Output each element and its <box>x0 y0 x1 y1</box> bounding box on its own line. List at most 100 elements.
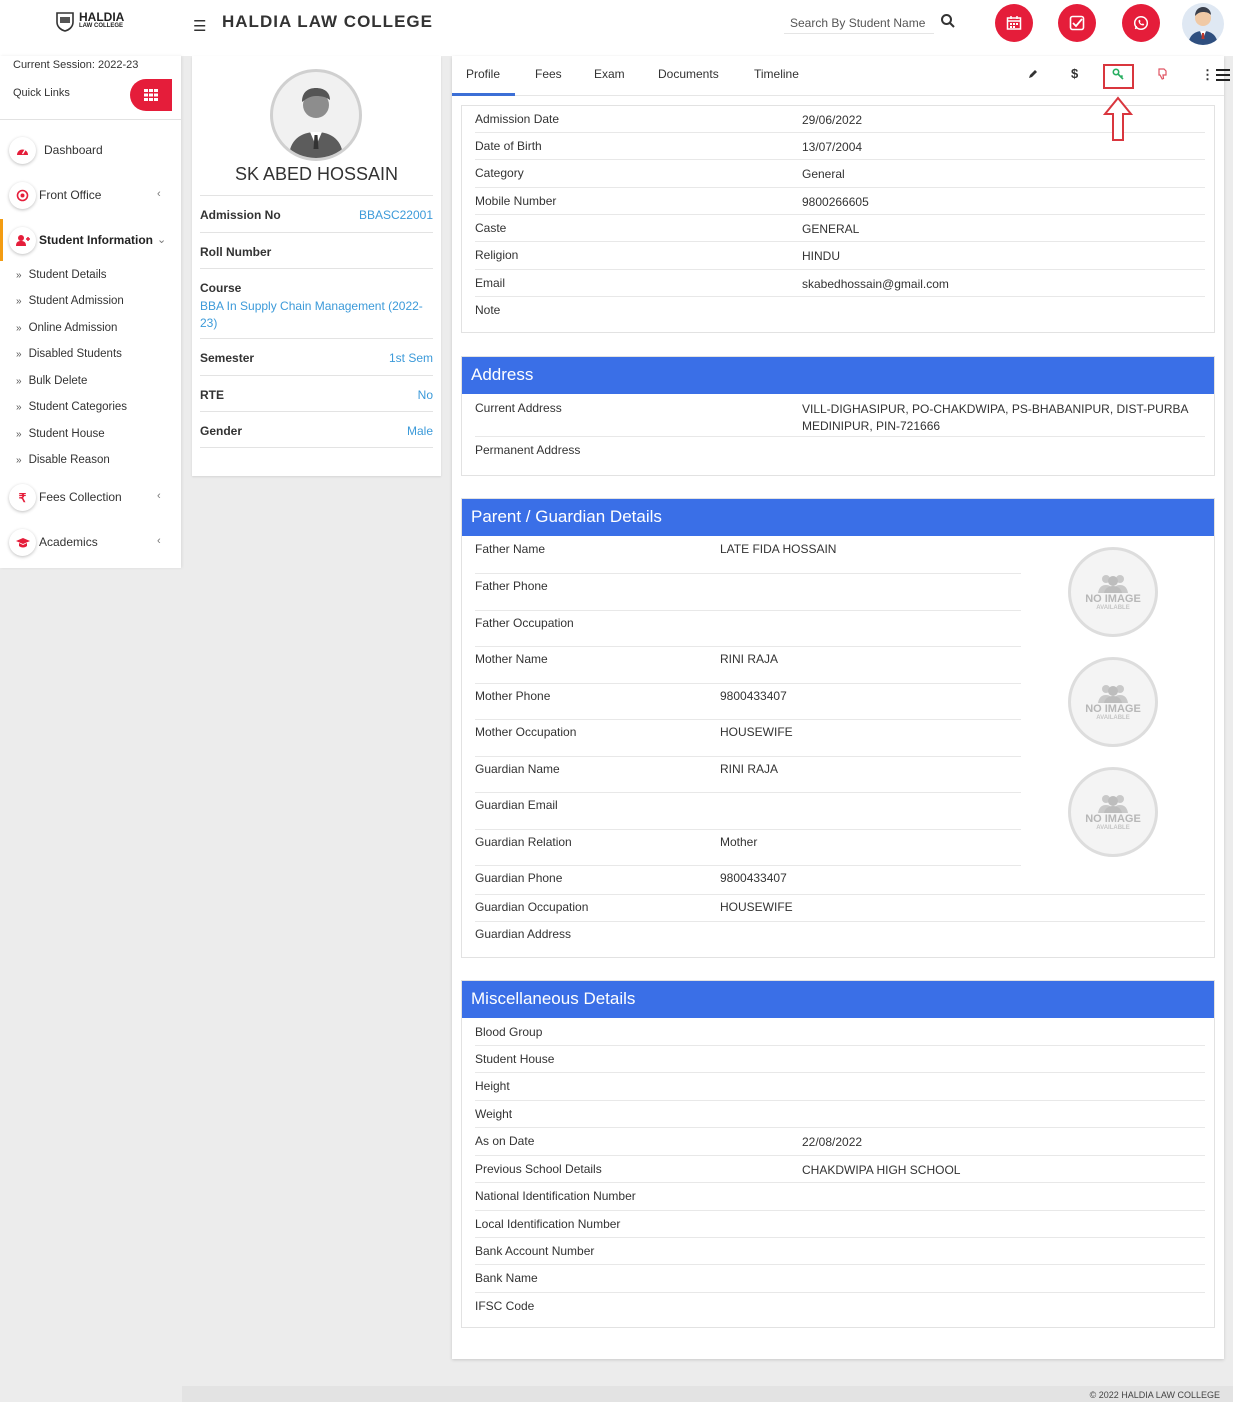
info-label: Caste <box>475 221 507 235</box>
info-label: Local Identification Number <box>475 1217 621 1231</box>
section-title: Address <box>462 357 1214 394</box>
guardian-section: Parent / Guardian Details Father Name LAT… <box>461 498 1215 958</box>
subitem-label: Student Categories <box>28 401 128 413</box>
info-value: GENERAL <box>802 222 860 236</box>
footer-copyright: © 2022 HALDIA LAW COLLEGE <box>1089 1390 1220 1400</box>
info-row: Local Identification Number <box>475 1211 1205 1238</box>
info-row: Category General <box>475 160 1205 188</box>
sidebar-item-academics[interactable]: Academics ‹ <box>0 526 181 562</box>
info-label: Religion <box>475 248 519 262</box>
info-value: General <box>802 167 845 181</box>
student-photo <box>270 69 362 161</box>
guardian-row: Guardian Relation Mother <box>475 830 1021 866</box>
user-avatar-icon <box>1188 7 1218 45</box>
whatsapp-button[interactable] <box>1122 4 1160 42</box>
info-label: National Identification Number <box>475 1189 636 1203</box>
search-icon[interactable] <box>940 13 956 29</box>
double-chevron-icon: » <box>16 296 22 307</box>
no-image-subtext: AVAILABLE <box>1096 825 1130 831</box>
info-label: Date of Birth <box>475 139 542 153</box>
sidebar-subitem-online-admission[interactable]: » Online Admission <box>16 322 117 334</box>
sidebar-subitem-disabled-students[interactable]: » Disabled Students <box>16 348 122 360</box>
info-label: Weight <box>475 1107 513 1121</box>
pencil-icon[interactable] <box>1027 68 1039 80</box>
info-value: RINI RAJA <box>720 762 779 776</box>
sidebar-subitem-student-admission[interactable]: » Student Admission <box>16 295 124 307</box>
sidebar-subitem-bulk-delete[interactable]: » Bulk Delete <box>16 375 87 387</box>
sidebar-item-label: Front Office <box>39 188 102 202</box>
info-value: 13/07/2004 <box>802 140 863 154</box>
user-avatar[interactable] <box>1182 3 1224 45</box>
sidebar-subitem-student-house[interactable]: » Student House <box>16 428 105 440</box>
thumbs-down-icon[interactable] <box>1157 68 1169 80</box>
dashboard-icon <box>9 137 36 164</box>
profile-row-rte: RTE No <box>200 375 433 411</box>
tab-fees[interactable]: Fees <box>535 67 562 81</box>
footer-bar <box>182 1386 1233 1402</box>
shield-logo-icon <box>56 12 74 32</box>
sidebar-item-label: Dashboard <box>44 143 103 157</box>
quick-links-label: Quick Links <box>13 87 70 99</box>
subitem-label: Online Admission <box>28 322 118 334</box>
guardian-photo-placeholder: NO IMAGE AVAILABLE <box>1068 767 1158 857</box>
info-label: Bank Account Number <box>475 1244 595 1258</box>
info-row: Student House <box>475 1046 1205 1073</box>
hamburger-icon[interactable]: ☰ <box>193 17 206 35</box>
grid-icon <box>144 89 158 101</box>
tab-documents[interactable]: Documents <box>658 67 719 81</box>
misc-section: Miscellaneous Details Blood Group Studen… <box>461 980 1215 1328</box>
guardian-row: Guardian Occupation HOUSEWIFE <box>475 895 1205 922</box>
logo-text-main: HALDIA <box>79 10 125 24</box>
info-row: Religion HINDU <box>475 242 1205 270</box>
calendar-button[interactable] <box>995 4 1033 42</box>
info-value: skabedhossain@gmail.com <box>802 277 949 291</box>
no-image-subtext: AVAILABLE <box>1096 715 1130 721</box>
profile-value: 1st Sem <box>388 351 433 365</box>
subitem-label: Student House <box>28 428 105 440</box>
info-row: Caste GENERAL <box>475 215 1205 242</box>
chevron-left-icon: ‹ <box>157 535 161 547</box>
info-label: Mother Phone <box>475 689 551 703</box>
logo-text-sub: LAW COLLEGE <box>79 23 123 29</box>
guardian-row: Father Name LATE FIDA HOSSAIN <box>475 537 1021 574</box>
college-logo[interactable]: HALDIA LAW COLLEGE <box>54 10 124 32</box>
no-image-text: NO IMAGE <box>1085 703 1141 715</box>
profile-label: Course <box>200 281 242 295</box>
sidebar-subitem-student-details[interactable]: » Student Details <box>16 269 107 281</box>
task-button[interactable] <box>1058 4 1096 42</box>
graduation-cap-icon <box>9 529 36 556</box>
info-row: Mobile Number 9800266605 <box>475 188 1205 215</box>
info-value: 9800266605 <box>802 195 869 209</box>
dollar-icon[interactable]: $ <box>1071 66 1078 81</box>
sidebar-divider <box>0 119 181 120</box>
quick-links-button[interactable] <box>130 79 172 111</box>
tab-profile[interactable]: Profile <box>466 67 500 81</box>
info-label: Bank Name <box>475 1271 538 1285</box>
no-image-text: NO IMAGE <box>1085 593 1141 605</box>
sidebar-subitem-disable-reason[interactable]: » Disable Reason <box>16 454 110 466</box>
info-label: Father Name <box>475 542 546 556</box>
info-value: Mother <box>720 835 758 849</box>
info-label: Height <box>475 1079 510 1093</box>
sidebar-item-fees-collection[interactable]: ₹ Fees Collection ‹ <box>0 481 181 517</box>
student-name: SK ABED HOSSAIN <box>234 164 399 184</box>
double-chevron-icon: » <box>16 402 22 413</box>
info-label: Guardian Occupation <box>475 900 589 914</box>
tab-timeline[interactable]: Timeline <box>754 67 799 81</box>
mother-photo-placeholder: NO IMAGE AVAILABLE <box>1068 657 1158 747</box>
info-row: Height <box>475 1073 1205 1101</box>
sidebar-subitem-student-categories[interactable]: » Student Categories <box>16 401 127 413</box>
more-vertical-icon[interactable]: ⋮ <box>1201 67 1214 83</box>
people-icon <box>1098 575 1128 593</box>
top-header: HALDIA LAW COLLEGE ☰ HALDIA LAW COLLEGE <box>0 0 1233 56</box>
tab-exam[interactable]: Exam <box>594 67 625 81</box>
profile-row-course: Course BBA In Supply Chain Management (20… <box>200 268 433 338</box>
sidebar-item-dashboard[interactable]: Dashboard <box>0 134 181 170</box>
sidebar-item-front-office[interactable]: Front Office ‹ <box>0 179 181 215</box>
info-row: Weight <box>475 1101 1205 1128</box>
menu-icon[interactable] <box>1216 69 1230 81</box>
search-input[interactable] <box>784 12 934 34</box>
sidebar-item-student-information[interactable]: Student Information ⌄ <box>0 224 181 260</box>
info-value: 29/06/2022 <box>802 113 863 127</box>
sidebar: Current Session: 2022-23 Quick Links Das… <box>0 56 181 568</box>
